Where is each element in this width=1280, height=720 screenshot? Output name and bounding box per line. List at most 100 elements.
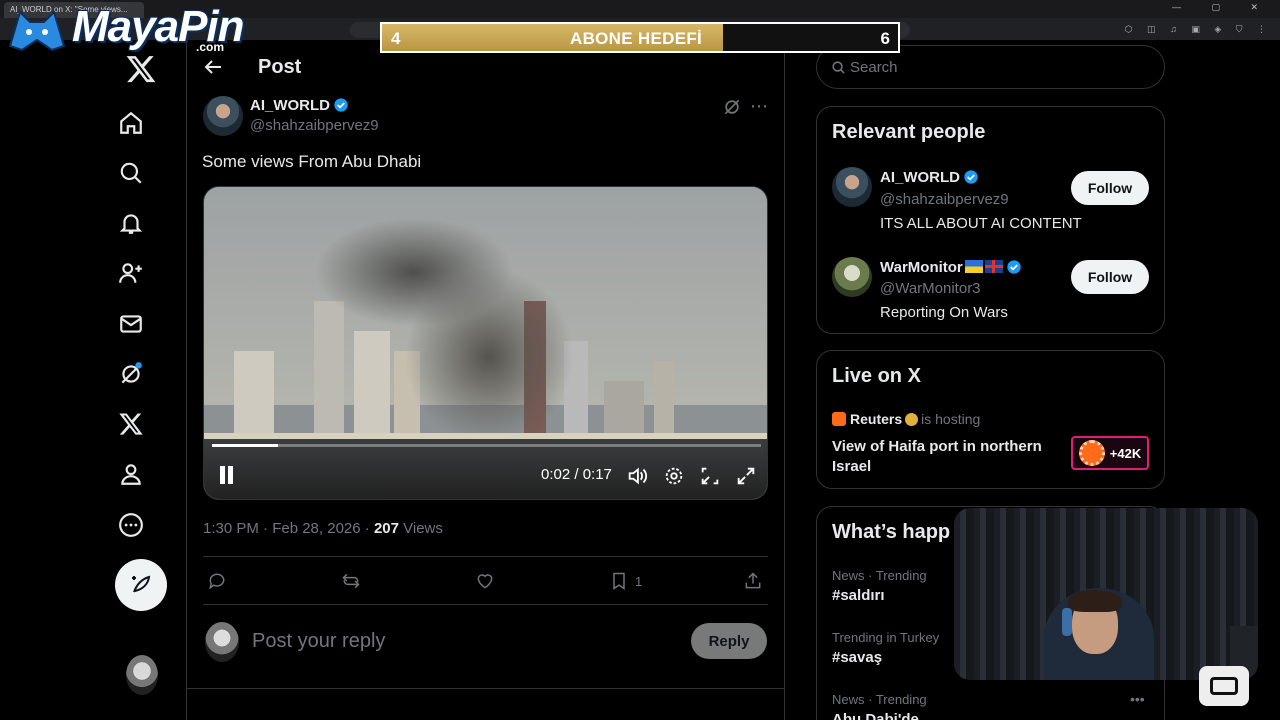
live-host-name[interactable]: Reuters [850,411,902,427]
video-progress-played [212,444,278,447]
video-frame-smoke [404,267,574,447]
nav-home[interactable] [111,103,151,143]
compose-post-icon [132,575,151,593]
stream-overlay-icon [1199,666,1249,706]
person-handle[interactable]: @WarMonitor3 [880,280,981,297]
reply-button[interactable]: Reply [691,623,767,659]
trend-context: Trending in Turkey [832,630,940,645]
grok-icon [121,362,142,384]
verified-badge-icon [964,170,978,184]
reply-input[interactable]: Post your reply [252,630,385,653]
repost-action[interactable] [341,570,361,592]
video-frame-building [234,351,274,441]
author-handle[interactable]: @shahzaibpervez9 [250,117,379,134]
live-host: Reuters is hosting [832,411,980,427]
window-controls[interactable]: — ▢ ✕ [1172,2,1272,13]
trend-name[interactable]: #saldırı [832,587,885,604]
author-avatar[interactable] [203,96,243,136]
divider [203,604,768,605]
nav-follow[interactable] [111,253,151,293]
profile-icon [121,464,141,485]
uk-flag-icon [984,260,1003,273]
pause-icon[interactable] [219,466,235,484]
picture-in-picture-icon[interactable] [699,465,721,487]
person-name[interactable]: AI_WORLD [880,169,979,186]
person-name-text[interactable]: WarMonitor [880,259,963,276]
subscriber-goal-bar: 4 ABONE HEDEFİ 6 [380,22,900,53]
search-placeholder: Search [850,59,898,76]
live-listener-badge[interactable]: +42K [1071,436,1149,470]
goal-label: ABONE HEDEFİ [570,29,703,48]
ukraine-flag-icon [964,260,983,273]
fullscreen-icon[interactable] [735,465,757,487]
more-options-icon[interactable]: ⋯ [750,96,769,117]
gold-verified-badge-icon [905,413,919,426]
video-controls: 0:02 / 0:17 [204,455,767,499]
video-time: 0:02 / 0:17 [541,466,612,483]
follow-button[interactable]: Follow [1071,171,1149,205]
column-divider-right [784,40,785,720]
settings-gear-icon[interactable] [663,465,685,487]
video-frame-building [314,301,344,441]
bookmark-count: 1 [635,573,643,589]
video-player[interactable]: 0:02 / 0:17 [203,186,768,500]
live-stream-title[interactable]: View of Haifa port in northern Israel [832,437,1052,477]
webcam-headset [1062,608,1072,636]
heart-icon [477,574,493,589]
search-icon [832,61,845,74]
post-actions: 1 [203,566,768,596]
follow-button[interactable]: Follow [1071,260,1149,294]
envelope-icon [120,315,142,333]
trend-context: News · Trending [832,568,927,583]
reply-bubble-icon [209,573,225,590]
bookmark-action[interactable]: 1 [609,570,642,592]
reply-avatar [205,622,239,662]
divider [203,556,768,557]
account-avatar[interactable] [126,655,158,695]
video-frame-building [604,381,644,441]
goal-current: 4 [391,29,401,48]
author-name-text[interactable]: AI_WORLD [250,97,330,114]
post-detail-column: Post AI_WORLD @shahzaibpervez9 ⋯ Some vi… [187,40,784,720]
person-bio: Reporting On Wars [880,304,1008,321]
panther-logo-icon [8,10,66,52]
trend-name[interactable]: #savaş [832,649,882,666]
trend-more-icon[interactable]: ••• [1130,691,1145,707]
live-title: Live on X [832,365,921,387]
relevant-people-title: Relevant people [832,121,986,143]
author-name[interactable]: AI_WORLD [250,97,349,114]
person-name[interactable]: WarMonitor [880,259,1022,276]
x-logo-icon[interactable] [124,53,158,85]
nav-messages[interactable] [111,304,151,344]
video-frame-building [654,361,674,441]
video-progress-bar[interactable] [212,444,761,447]
like-action[interactable] [475,570,495,592]
trend-name[interactable]: Abu Dabi'de [832,711,919,720]
post-timestamp: 1:30 PM · Feb 28, 2026 · 207 Views [203,520,443,537]
extension-icons[interactable]: ⬡ ◫ ♫ ▣ ◈ ⛉ ⋮ [1125,24,1272,35]
person-name-text[interactable]: AI_WORLD [880,169,960,186]
grok-explain-icon[interactable] [722,97,742,117]
person-handle[interactable]: @shahzaibpervez9 [880,191,1009,208]
live-on-x-card[interactable]: Live on X Reuters is hosting View of Haif… [816,350,1165,489]
add-person-icon [119,263,142,283]
reply-action[interactable] [207,570,227,592]
bookmark-icon [613,572,625,590]
nav-notifications[interactable] [111,203,151,243]
x-premium-icon [119,413,143,435]
nav-more[interactable] [111,505,151,545]
post-timestamp-text[interactable]: 1:30 PM · Feb 28, 2026 · [203,520,374,537]
live-host-avatar-icon [1078,440,1105,466]
relevant-people-card: Relevant people AI_WORLD @shahzaibpervez… [816,106,1165,334]
nav-explore[interactable] [111,153,151,193]
volume-icon[interactable] [626,465,648,487]
nav-premium[interactable] [111,404,151,444]
share-action[interactable] [743,570,763,592]
goal-target: 6 [880,29,890,48]
nav-profile[interactable] [111,454,151,494]
person-avatar[interactable] [832,167,872,207]
back-arrow-icon[interactable] [201,55,225,79]
person-avatar[interactable] [832,257,872,297]
compose-post-button[interactable] [115,559,167,611]
nav-grok[interactable] [111,354,151,394]
